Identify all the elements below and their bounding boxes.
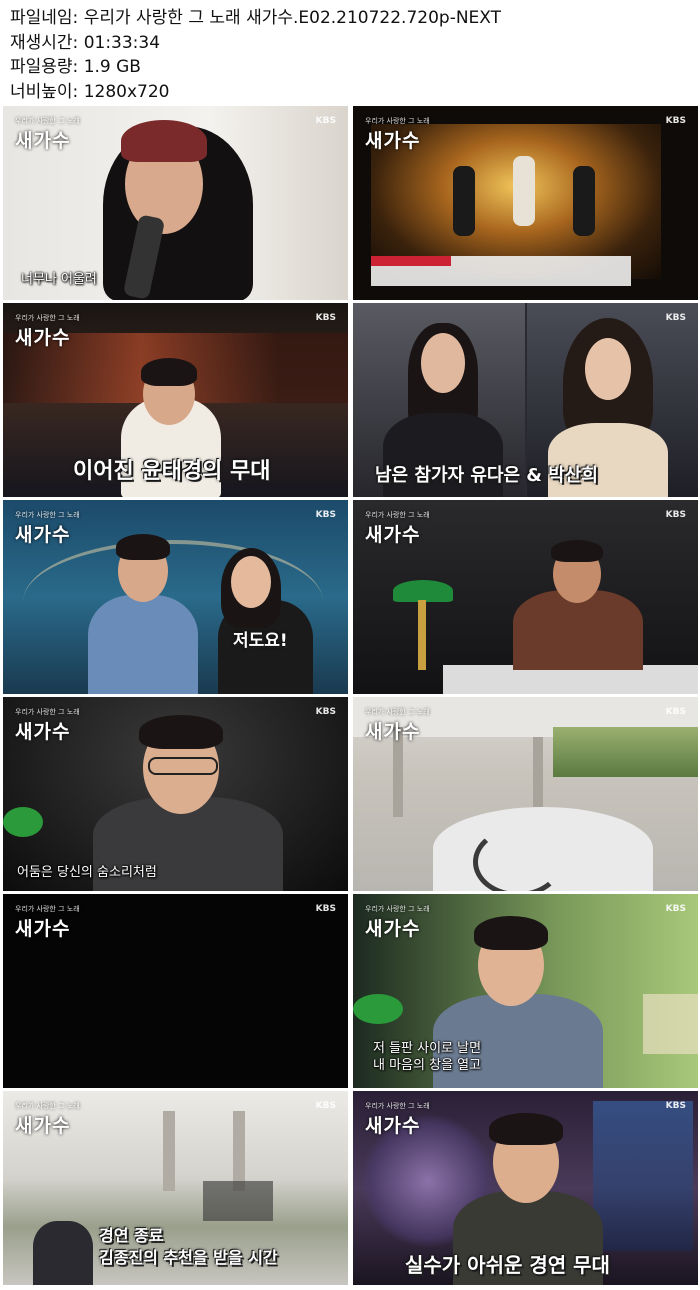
show-logo: 우리가 사랑한 그 노래 새가수 (365, 708, 430, 743)
subtitle: 너무나 어울려 (21, 272, 97, 287)
show-logo: 우리가 사랑한 그 노래 새가수 (365, 511, 430, 546)
thumbnail-4[interactable]: KBS 남은 참가자 유다은 & 박산희 (353, 303, 698, 497)
caption: 실수가 아쉬운 경연 무대 (405, 1253, 610, 1277)
caption: 이어진 윤태경의 무대 (73, 459, 271, 484)
kbs-logo: KBS (665, 904, 686, 914)
duration-line: 재생시간: 01:33:34 (10, 32, 161, 53)
thumbnail-8[interactable]: 우리가 사랑한 그 노래 새가수 KBS (353, 697, 698, 891)
show-logo: 우리가 사랑한 그 노래 새가수 (15, 905, 80, 940)
show-logo: 우리가 사랑한 그 노래 새가수 (15, 117, 80, 152)
thumbnail-2[interactable]: 우리가 사랑한 그 노래 새가수 KBS (353, 106, 698, 300)
caption: 남은 참가자 유다은 & 박산희 (375, 465, 598, 486)
thumbnail-5[interactable]: 우리가 사랑한 그 노래 새가수 KBS 저도요! (3, 500, 348, 694)
show-logo: 우리가 사랑한 그 노래 새가수 (365, 905, 430, 940)
thumbnail-11[interactable]: 우리가 사랑한 그 노래 새가수 KBS 경연 종료 김종진의 추천을 받을 시간 (3, 1091, 348, 1285)
show-logo: 우리가 사랑한 그 노래 새가수 (15, 1102, 80, 1137)
subtitle-line-2: 내 마음의 창을 열고 (373, 1058, 482, 1073)
thumbnail-6[interactable]: 우리가 사랑한 그 노래 새가수 KBS (353, 500, 698, 694)
thumbnail-7[interactable]: 우리가 사랑한 그 노래 새가수 KBS 어둠은 당신의 숨소리처럼 (3, 697, 348, 891)
thumbnail-3[interactable]: 우리가 사랑한 그 노래 새가수 KBS 이어진 윤태경의 무대 (3, 303, 348, 497)
kbs-logo: KBS (315, 116, 336, 126)
show-logo: 우리가 사랑한 그 노래 새가수 (365, 117, 430, 152)
show-logo: 우리가 사랑한 그 노래 새가수 (15, 314, 80, 349)
thumbnail-1[interactable]: 우리가 사랑한 그 노래 새가수 KBS 너무나 어울려 (3, 106, 348, 300)
subtitle: 어둠은 당신의 숨소리처럼 (17, 865, 157, 880)
thumbnail-12[interactable]: 우리가 사랑한 그 노래 새가수 KBS 실수가 아쉬운 경연 무대 (353, 1091, 698, 1285)
kbs-logo: KBS (315, 1101, 336, 1111)
show-logo: 우리가 사랑한 그 노래 새가수 (15, 708, 80, 743)
show-logo: 우리가 사랑한 그 노래 새가수 (15, 511, 80, 546)
subtitle-line-1: 저 들판 사이로 날면 (373, 1041, 482, 1056)
thumbnail-9[interactable]: 우리가 사랑한 그 노래 새가수 KBS (3, 894, 348, 1088)
kbs-logo: KBS (315, 707, 336, 717)
kbs-logo: KBS (665, 116, 686, 126)
filename-line: 파일네임: 우리가 사랑한 그 노래 새가수.E02.210722.720p-N… (10, 8, 502, 28)
kbs-logo: KBS (665, 1101, 686, 1111)
caption: 저도요! (233, 631, 288, 651)
kbs-logo: KBS (315, 313, 336, 323)
kbs-logo: KBS (315, 510, 336, 520)
caption-line-2: 김종진의 추천을 받을 시간 (99, 1248, 278, 1267)
kbs-logo: KBS (665, 313, 686, 323)
kbs-logo: KBS (665, 707, 686, 717)
caption-line-1: 경연 종료 (99, 1226, 164, 1245)
kbs-logo: KBS (665, 510, 686, 520)
caption: 경연 종료 김종진의 추천을 받을 시간 (99, 1225, 278, 1269)
resolution-line: 너비높이: 1280x720 (10, 81, 170, 102)
kbs-logo: KBS (315, 904, 336, 914)
filesize-line: 파일용량: 1.9 GB (10, 57, 141, 77)
show-logo: 우리가 사랑한 그 노래 새가수 (365, 1102, 430, 1137)
thumbnail-10[interactable]: 우리가 사랑한 그 노래 새가수 KBS 저 들판 사이로 날면 내 마음의 창을… (353, 894, 698, 1088)
subtitle: 저 들판 사이로 날면 내 마음의 창을 열고 (373, 1040, 481, 1074)
file-info: 파일네임: 우리가 사랑한 그 노래 새가수.E02.210722.720p-N… (10, 6, 501, 104)
thumbnail-grid: 우리가 사랑한 그 노래 새가수 KBS 너무나 어울려 우리가 사랑한 그 노래… (3, 106, 698, 1287)
